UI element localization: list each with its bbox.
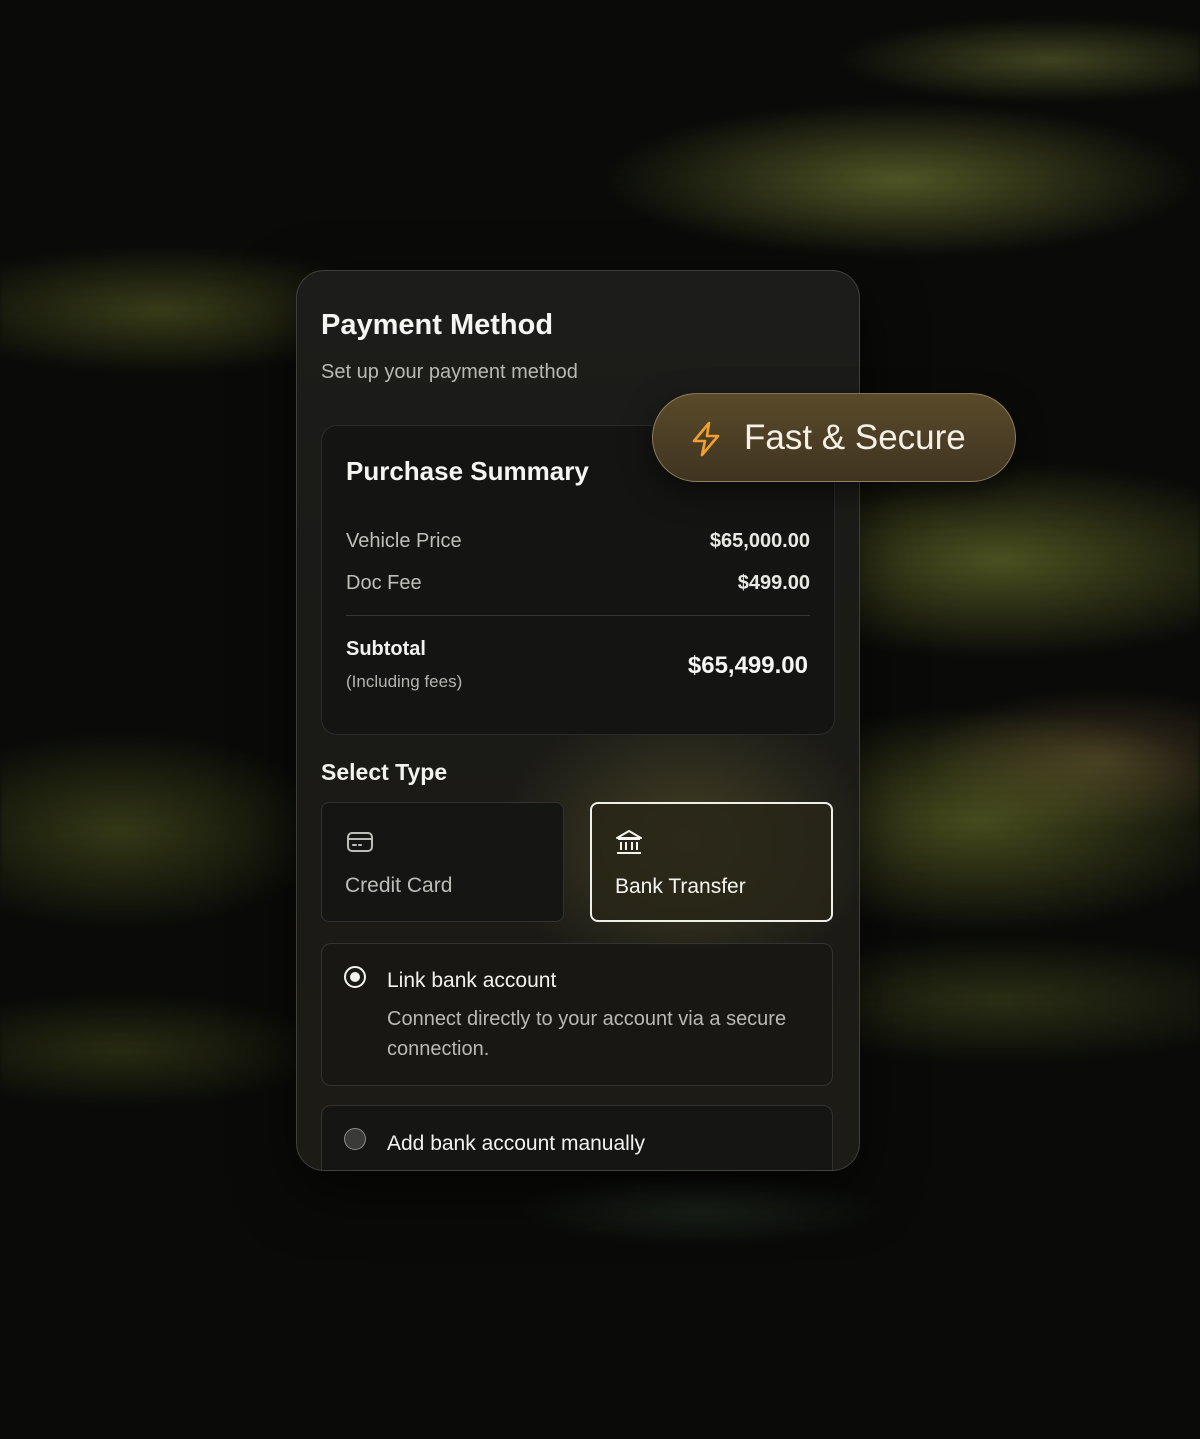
bank-transfer-label: Bank Transfer — [615, 875, 746, 898]
lightning-bolt-icon — [692, 421, 720, 457]
vehicle-price-value: $65,000.00 — [709, 530, 810, 552]
summary-title: Purchase Summary — [346, 456, 589, 486]
link-bank-account-option[interactable]: Link bank account Connect directly to yo… — [321, 943, 833, 1086]
subtotal-label: Subtotal — [346, 638, 426, 660]
link-bank-account-title: Link bank account — [387, 969, 557, 992]
bank-transfer-option[interactable]: Bank Transfer — [590, 802, 833, 922]
radio-unselected-icon[interactable] — [344, 1128, 366, 1150]
summary-divider — [346, 615, 810, 616]
page-subtitle: Set up your payment method — [321, 361, 578, 383]
subtotal-note: (Including fees) — [346, 672, 463, 691]
doc-fee-value: $499.00 — [737, 572, 810, 594]
fast-secure-badge: Fast & Secure — [652, 393, 1016, 482]
page-title: Payment Method — [321, 309, 554, 341]
vehicle-price-label: Vehicle Price — [346, 530, 462, 552]
radio-selected-icon[interactable] — [344, 966, 366, 988]
add-bank-manually-title: Add bank account manually — [387, 1132, 645, 1155]
select-type-label: Select Type — [321, 759, 448, 785]
credit-card-label: Credit Card — [345, 874, 453, 897]
bank-icon — [616, 830, 642, 854]
doc-fee-label: Doc Fee — [346, 572, 422, 594]
subtotal-value: $65,499.00 — [687, 652, 808, 679]
credit-card-option[interactable]: Credit Card — [321, 802, 564, 922]
add-bank-manually-option[interactable]: Add bank account manually — [321, 1105, 833, 1170]
link-bank-account-description: Connect directly to your account via a s… — [387, 1008, 787, 1060]
credit-card-icon — [347, 832, 373, 852]
badge-label: Fast & Secure — [744, 418, 966, 457]
background-scene: Payment Method Set up your payment metho… — [0, 0, 1200, 1439]
